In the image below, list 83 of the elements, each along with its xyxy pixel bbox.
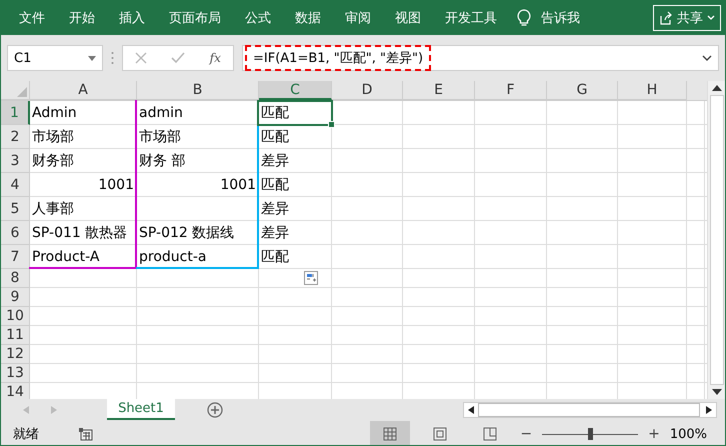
status-text: 就绪 <box>13 426 39 443</box>
ribbon-tab[interactable]: 页面布局 <box>157 1 233 35</box>
share-icon <box>659 11 673 25</box>
add-sheet-icon[interactable] <box>207 402 223 418</box>
table-cell-text: 财务 部 <box>138 152 186 171</box>
column-header[interactable]: E <box>403 81 475 100</box>
zoom-out-button[interactable]: − <box>520 426 532 442</box>
ribbon-tab[interactable]: 视图 <box>383 1 433 35</box>
row-header[interactable]: 4 <box>1 173 30 197</box>
caret-icon <box>707 15 715 21</box>
table-cell-text: 差异 <box>260 152 290 171</box>
table-cell-text: 差异 <box>260 200 290 219</box>
table-cell-text: SP-011 散热器 <box>31 224 128 243</box>
row-header[interactable]: 11 <box>1 326 30 345</box>
table-cell-text: 差异 <box>260 224 290 243</box>
scroll-right-icon[interactable] <box>706 406 712 414</box>
table-cell-text: product-a <box>138 248 208 267</box>
table-cell-text: Product-A <box>31 248 100 267</box>
row-header[interactable]: 14 <box>1 383 30 399</box>
row-header[interactable]: 12 <box>1 345 30 364</box>
ribbon-tab[interactable]: 插入 <box>107 1 157 35</box>
scroll-left-icon[interactable] <box>468 406 474 414</box>
scroll-down-icon[interactable] <box>712 389 722 395</box>
zoom-in-button[interactable]: + <box>648 426 660 442</box>
table-cell-text: 财务部 <box>31 152 75 171</box>
ribbon-tab[interactable]: 公式 <box>233 1 283 35</box>
grid-icon <box>383 427 398 441</box>
ribbon-tab[interactable]: 开始 <box>57 1 107 35</box>
row-header[interactable]: 7 <box>1 245 30 269</box>
column-header[interactable]: G <box>547 81 618 100</box>
ribbon-tab[interactable]: 数据 <box>283 1 333 35</box>
row-header[interactable]: 2 <box>1 125 30 149</box>
column-header[interactable]: H <box>618 81 687 100</box>
row-header[interactable]: 13 <box>1 364 30 383</box>
ribbon-tab[interactable]: 开发工具 <box>433 1 509 35</box>
vertical-scrollbar[interactable] <box>707 81 725 399</box>
ribbon-tab[interactable]: 文件 <box>7 1 57 35</box>
row-header[interactable]: 5 <box>1 197 30 221</box>
table-cell-text: SP-012 数据线 <box>138 224 236 243</box>
tell-me-link[interactable]: 告诉我 <box>541 9 580 27</box>
dropdown-icon <box>88 56 96 60</box>
expand-icon[interactable] <box>702 55 712 61</box>
ribbon-tab[interactable]: 审阅 <box>333 1 383 35</box>
table-cell-text: 匹配 <box>260 176 290 195</box>
column-header[interactable]: B <box>137 81 259 100</box>
row-header[interactable]: 8 <box>1 269 30 288</box>
sheet-tab[interactable]: Sheet1 <box>107 398 175 420</box>
insert-function-button[interactable]: fx <box>210 51 221 65</box>
zoom-level[interactable]: 100% <box>670 426 707 442</box>
name-box[interactable]: C1 <box>7 45 103 71</box>
column-header[interactable]: D <box>332 81 403 100</box>
table-cell-text: 1001 <box>219 176 257 195</box>
column-header[interactable]: A <box>30 81 137 100</box>
column-header[interactable]: F <box>475 81 547 100</box>
table-cell-text: admin <box>138 104 184 123</box>
share-button[interactable]: 共享 <box>653 5 721 31</box>
lightbulb-icon <box>517 9 531 27</box>
row-header[interactable]: 1 <box>1 101 30 125</box>
horizontal-scrollbar[interactable] <box>463 402 717 418</box>
formula-text: =IF(A1=B1, "匹配", "差异") <box>245 45 432 71</box>
row-header[interactable]: 3 <box>1 149 30 173</box>
macro-recording-icon[interactable] <box>79 428 93 440</box>
check-icon[interactable] <box>171 52 186 64</box>
table-cell-text: 市场部 <box>31 128 75 147</box>
page-icon <box>433 427 448 441</box>
quick-analysis-icon[interactable] <box>304 271 318 285</box>
row-header[interactable]: 9 <box>1 288 30 307</box>
normal-view-button[interactable] <box>370 421 410 445</box>
grip-icon <box>111 51 114 65</box>
table-cell-text: 匹配 <box>260 128 290 147</box>
table-cell-text: 匹配 <box>260 248 290 267</box>
table-cell: 匹配 <box>259 101 332 125</box>
table-cell-text: 市场部 <box>138 128 182 147</box>
scroll-up-icon[interactable] <box>712 85 722 91</box>
row-header[interactable]: 6 <box>1 221 30 245</box>
page-break-icon <box>483 427 498 441</box>
table-cell-text: 1001 <box>97 176 135 195</box>
triangle-icon <box>17 87 27 97</box>
table-cell-text: Admin <box>31 104 78 123</box>
formula-field[interactable]: =IF(A1=B1, "匹配", "差异") <box>242 45 719 71</box>
table-cell-text: 人事部 <box>31 200 75 219</box>
row-header[interactable]: 10 <box>1 307 30 326</box>
column-header[interactable]: C <box>259 81 332 100</box>
